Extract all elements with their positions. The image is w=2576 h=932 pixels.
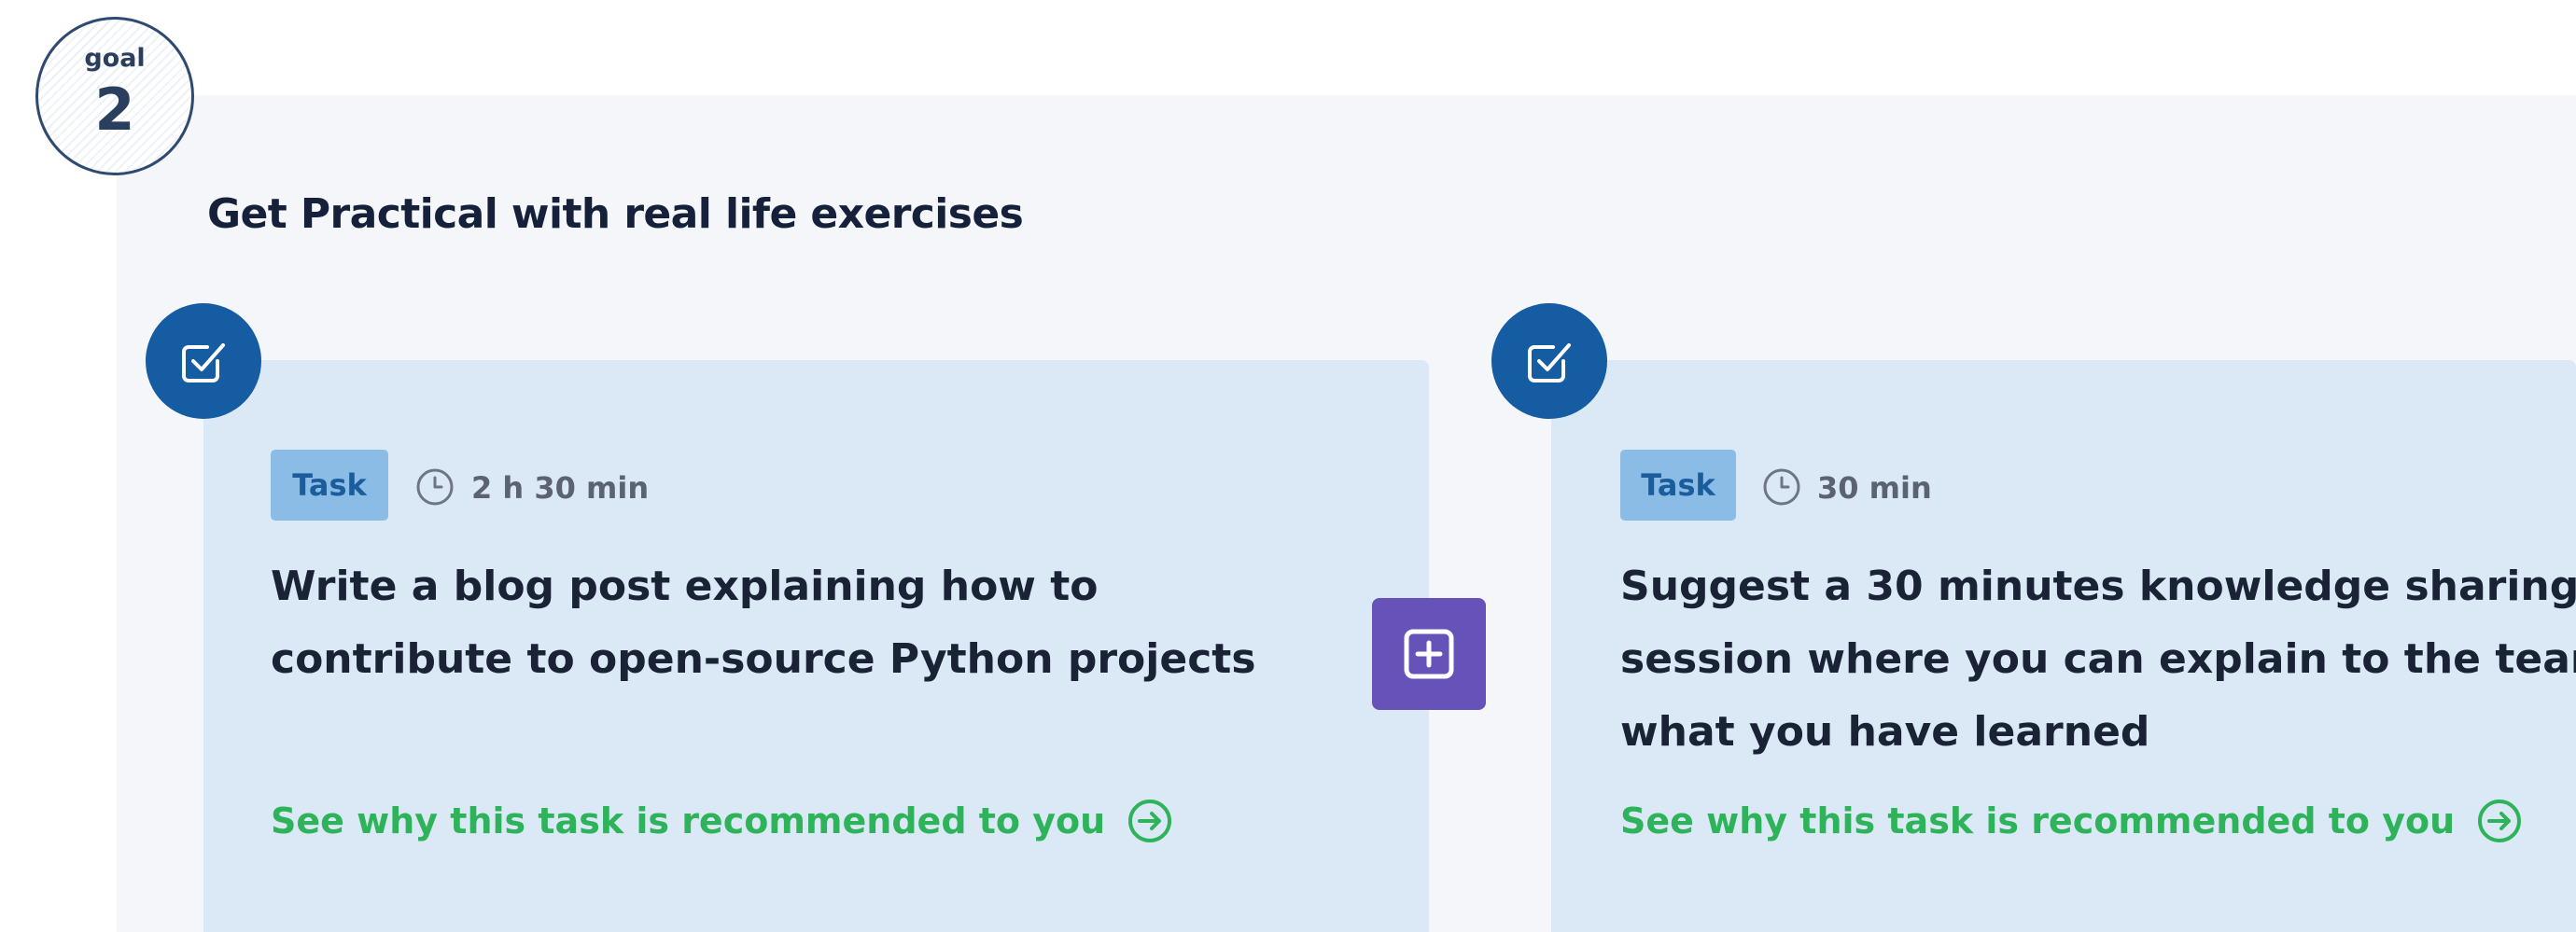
task-description: Suggest a 30 minutes knowledge sharing s… (1620, 550, 2576, 769)
arrow-right-circle-icon (1128, 800, 1172, 842)
task-duration: 2 h 30 min (471, 470, 650, 506)
task-type-badge: Task (1620, 450, 1736, 521)
clock-icon (1763, 468, 1800, 506)
check-square-icon (182, 343, 225, 383)
task-description: Write a blog post explaining how to cont… (271, 550, 1256, 696)
add-task-button[interactable] (1372, 598, 1486, 710)
goal-label: goal (84, 44, 146, 73)
task-description-line: what you have learned (1620, 708, 2150, 756)
task-card[interactable]: Task 2 h 30 min Write a blog post explai… (203, 360, 1429, 932)
goal-badge: goal 2 (35, 17, 194, 175)
arrow-right-circle-icon (2478, 800, 2522, 842)
task-check-badge (1491, 303, 1607, 419)
task-duration: 30 min (1817, 470, 1932, 506)
task-type-badge: Task (271, 450, 388, 521)
plus-square-icon (1404, 629, 1454, 679)
section-title: Get Practical with real life exercises (207, 190, 1024, 238)
recommendation-link[interactable]: See why this task is recommended to you (1620, 797, 2524, 845)
recommendation-link-label: See why this task is recommended to you (1620, 800, 2456, 842)
clock-icon (416, 468, 454, 506)
task-description-line: session where you can explain to the tea… (1620, 635, 2576, 683)
task-description-line: Suggest a 30 minutes knowledge sharing (1620, 563, 2576, 610)
recommendation-link[interactable]: See why this task is recommended to you (271, 797, 1174, 845)
task-description-line: contribute to open-source Python project… (271, 635, 1256, 683)
task-description-line: Write a blog post explaining how to (271, 563, 1099, 610)
goal-number: 2 (94, 76, 135, 144)
recommendation-link-label: See why this task is recommended to you (271, 800, 1106, 842)
task-card[interactable]: Task 30 min Suggest a 30 minutes knowled… (1551, 360, 2576, 932)
task-check-badge (146, 303, 261, 419)
check-square-icon (1528, 343, 1571, 383)
